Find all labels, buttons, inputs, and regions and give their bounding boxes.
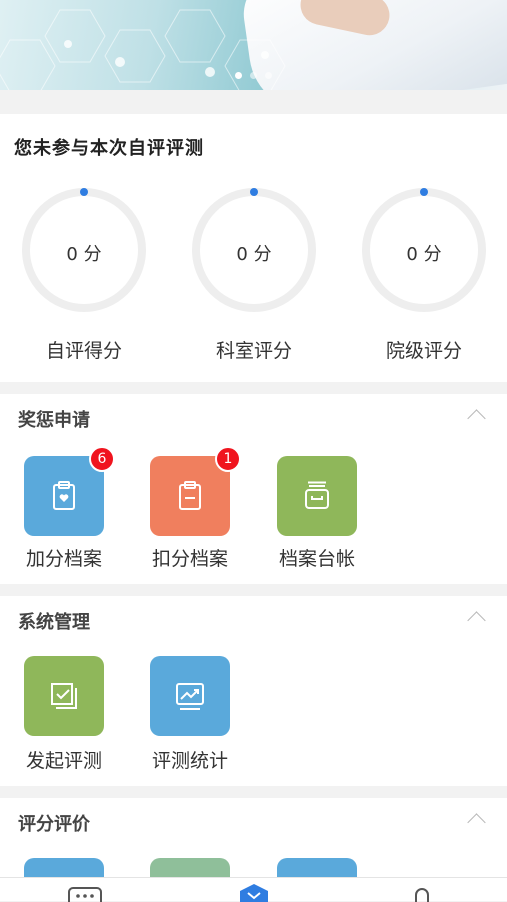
clipboard-heart-icon <box>53 481 75 510</box>
rewards-section: 奖惩申请 6 加分档案 1 扣分档案 档案台帐 <box>0 394 507 584</box>
carousel-dot[interactable] <box>250 72 257 79</box>
tile-label: 评测统计 <box>151 750 228 772</box>
self-eval-card: 您未参与本次自评评测 0 分 自评得分 0 分 科室评分 0 分 院级评分 <box>0 114 507 382</box>
self-eval-title: 您未参与本次自评评测 <box>14 138 204 159</box>
carousel-dot[interactable] <box>265 72 272 79</box>
rating-tile-button[interactable] <box>24 858 104 878</box>
archive-box-icon <box>305 481 329 509</box>
section-title: 系统管理 <box>18 612 90 633</box>
collapse-chevron-icon[interactable] <box>467 611 486 630</box>
clipboard-minus-icon <box>179 481 201 510</box>
gauge-label: 院级评分 <box>385 340 462 362</box>
collapse-chevron-icon[interactable] <box>467 813 486 832</box>
chart-icon <box>176 683 204 710</box>
notification-badge: 1 <box>215 446 241 472</box>
dept-score-gauge: 0 分 <box>190 186 318 314</box>
notification-badge: 6 <box>89 446 115 472</box>
gauge-label: 自评得分 <box>45 340 122 362</box>
evaluation-stats-button[interactable] <box>150 656 230 736</box>
tile-label: 档案台帐 <box>278 548 355 570</box>
rating-tile-button[interactable] <box>150 858 230 878</box>
banner-carousel[interactable] <box>0 0 507 90</box>
collapse-chevron-icon[interactable] <box>467 409 486 428</box>
carousel-dot[interactable] <box>235 72 242 79</box>
hospital-score-gauge: 0 分 <box>360 186 488 314</box>
section-title: 评分评价 <box>18 814 90 835</box>
gauge-label: 科室评分 <box>215 340 292 362</box>
bottom-nav <box>0 877 507 902</box>
rating-tile-button[interactable] <box>277 858 357 878</box>
gauge-value: 0 分 <box>236 244 272 265</box>
tile-label: 发起评测 <box>25 750 102 772</box>
tile-label: 加分档案 <box>25 548 102 570</box>
self-score-gauge: 0 分 <box>20 186 148 314</box>
archive-ledger-button[interactable] <box>277 456 357 536</box>
gauge-value: 0 分 <box>66 244 102 265</box>
home-icon[interactable] <box>240 884 268 902</box>
section-title: 奖惩申请 <box>18 410 90 431</box>
system-section: 系统管理 发起评测 评测统计 <box>0 596 507 786</box>
gauge-value: 0 分 <box>406 244 442 265</box>
carousel-dots[interactable] <box>235 72 272 79</box>
checklist-icon <box>51 683 77 709</box>
rating-section: 评分评价 <box>0 798 507 878</box>
tile-label: 扣分档案 <box>151 548 228 570</box>
start-evaluation-button[interactable] <box>24 656 104 736</box>
